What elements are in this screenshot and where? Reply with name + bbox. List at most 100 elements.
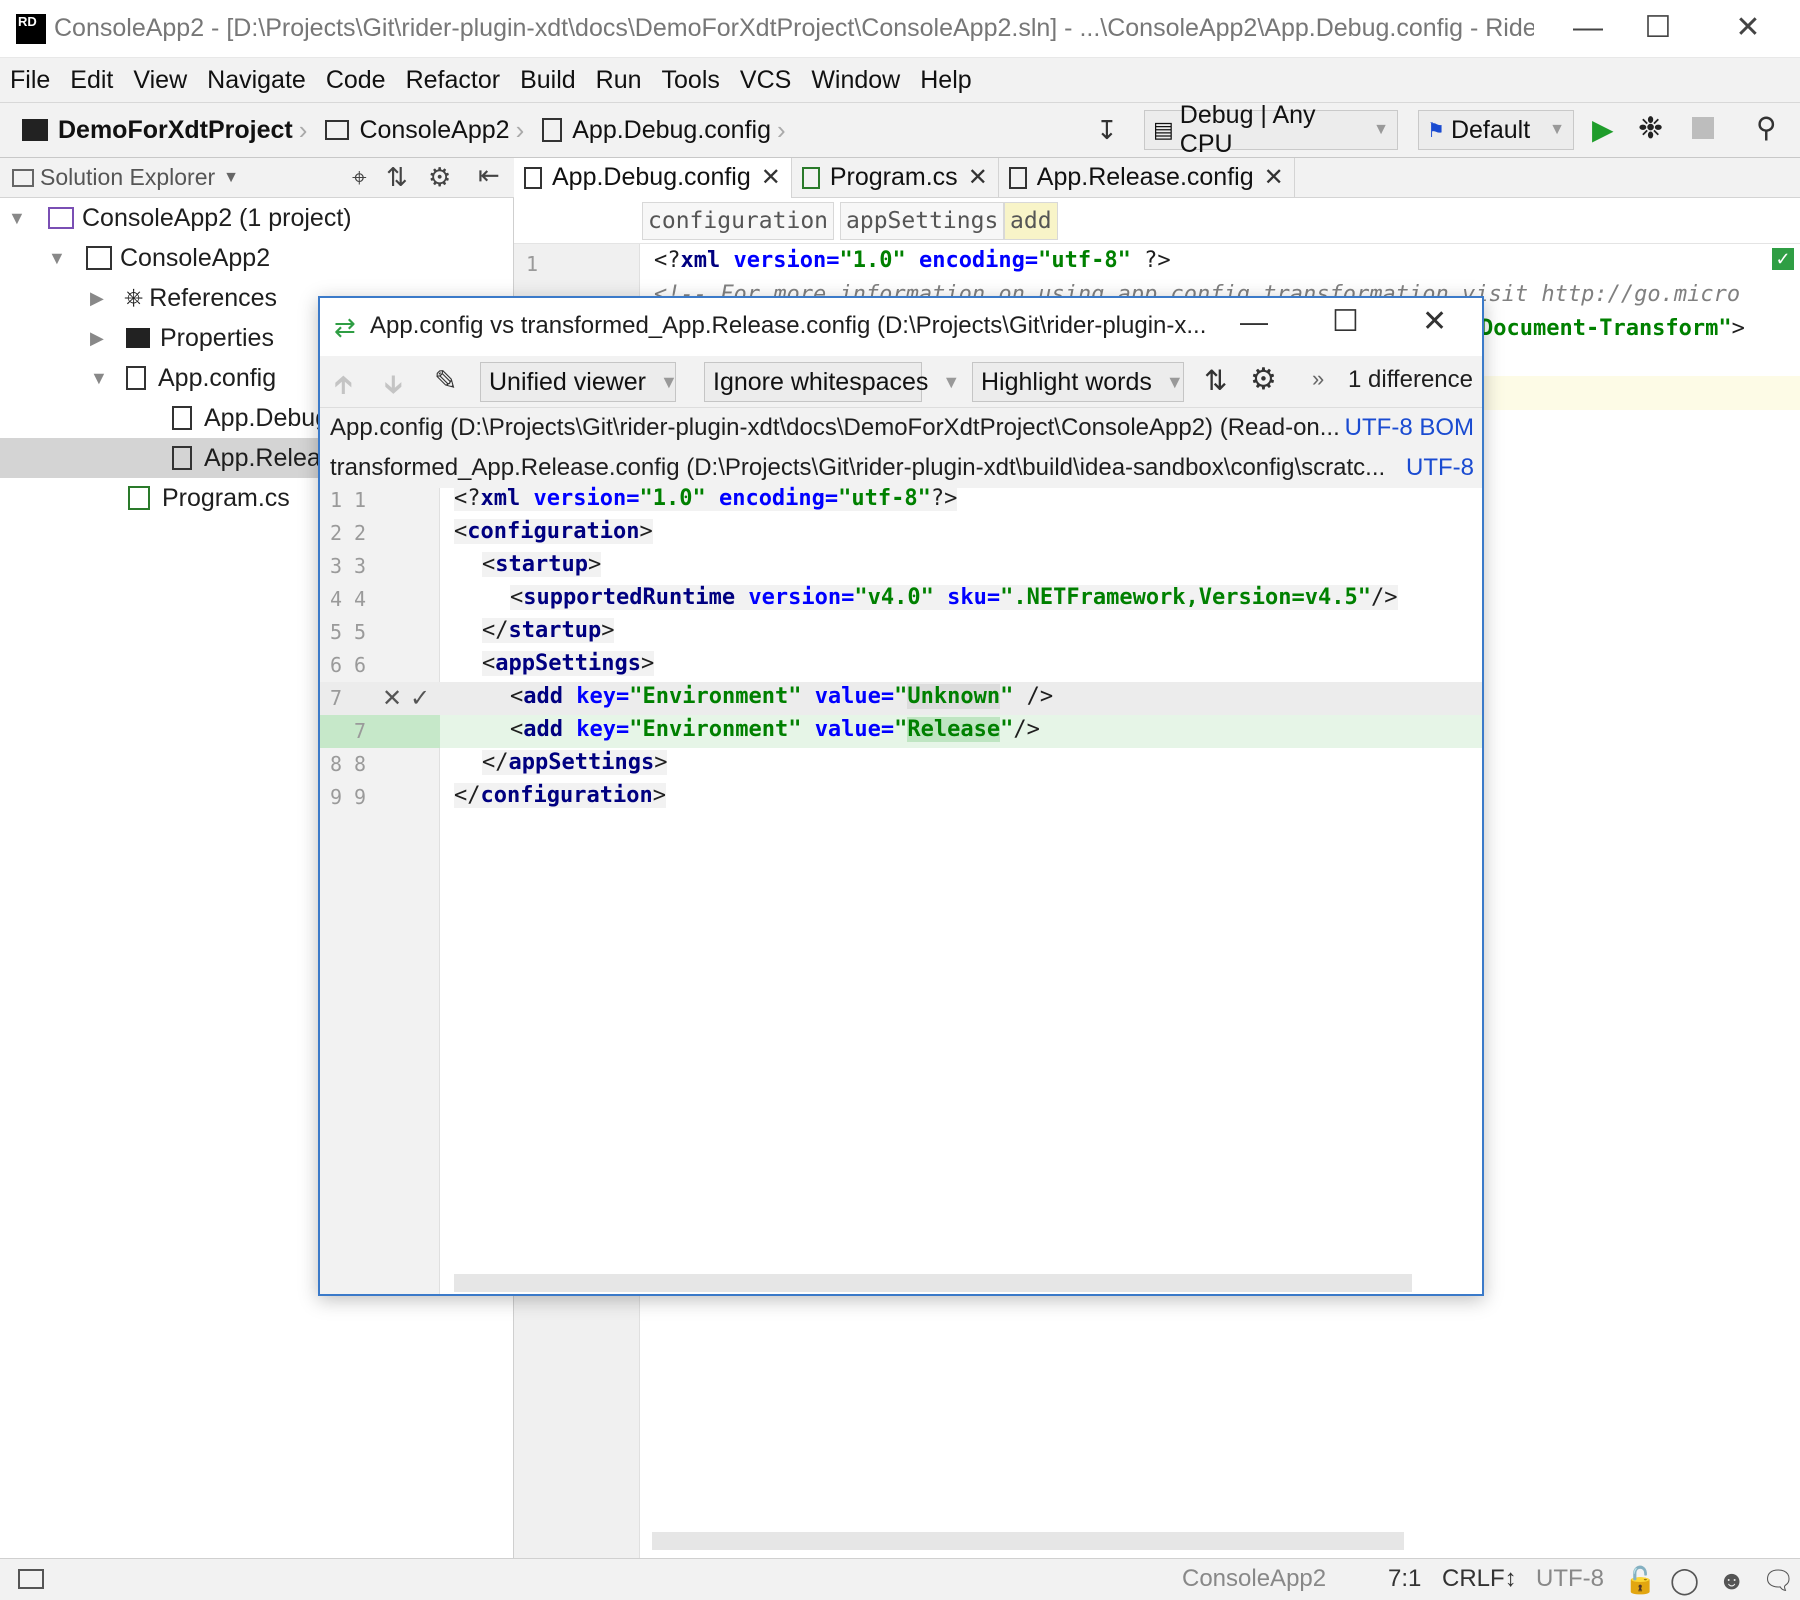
status-project[interactable]: ConsoleApp2: [1182, 1565, 1326, 1593]
revert-change-icon[interactable]: ✕: [382, 684, 402, 713]
breadcrumb-separator: ›: [777, 114, 786, 145]
menu-vcs[interactable]: VCS: [740, 66, 791, 95]
inspection-ok-icon[interactable]: ✓: [1772, 248, 1794, 270]
whitespace-dropdown[interactable]: Ignore whitespaces ▼: [704, 362, 960, 402]
rider-logo-icon: RD: [16, 14, 46, 44]
folder-icon: [126, 328, 150, 348]
stop-icon[interactable]: [1692, 117, 1714, 139]
xml-punct: >: [1731, 316, 1745, 341]
collapse-all-icon[interactable]: ⇅: [386, 162, 408, 193]
right-line-number: 2: [354, 521, 367, 545]
debug-icon[interactable]: ❉: [1638, 111, 1663, 146]
profile-dropdown[interactable]: ⚑ Default ▼: [1418, 110, 1574, 150]
menu-run[interactable]: Run: [596, 66, 642, 95]
editor-horizontal-scrollbar[interactable]: [652, 1532, 1404, 1550]
toggle-tool-windows-icon[interactable]: [18, 1569, 44, 1589]
locate-icon[interactable]: ⌖: [352, 162, 367, 194]
status-line-separator[interactable]: CRLF↕: [1442, 1565, 1517, 1593]
menu-edit[interactable]: Edit: [70, 66, 113, 95]
diff-line: 8 8 </appSettings>: [320, 748, 1482, 781]
accept-change-icon[interactable]: ✓: [410, 684, 430, 713]
xml-crumb-add[interactable]: add: [1004, 202, 1058, 240]
menu-navigate[interactable]: Navigate: [207, 66, 306, 95]
diff-line: 5 5 </startup>: [320, 616, 1482, 649]
maximize-button[interactable]: ☐: [1630, 8, 1686, 50]
diff-horizontal-scrollbar[interactable]: [454, 1274, 1412, 1292]
chevron-down-icon: ▼: [1373, 121, 1389, 138]
dialog-close-button[interactable]: ✕: [1422, 304, 1447, 339]
circle-icon[interactable]: ◯: [1670, 1565, 1699, 1596]
expand-arrow-icon[interactable]: ▼: [90, 368, 114, 389]
next-difference-icon[interactable]: 🡳: [384, 366, 403, 410]
menu-window[interactable]: Window: [811, 66, 900, 95]
diff-line-removed: 7 ✕ ✓ <add key="Environment" value="Unkn…: [320, 682, 1482, 715]
dialog-maximize-button[interactable]: ☐: [1332, 304, 1359, 339]
tab-label: App.Release.config: [1036, 163, 1254, 191]
tree-item-project[interactable]: ▼ ConsoleApp2: [0, 238, 514, 278]
run-configuration-dropdown[interactable]: ▤ Debug | Any CPU ▼: [1144, 101, 1398, 158]
minimize-button[interactable]: —: [1560, 8, 1616, 50]
tab-program-cs[interactable]: Program.cs ✕: [792, 157, 999, 198]
tab-app-debug-config[interactable]: App.Debug.config ✕: [514, 157, 792, 198]
right-file-encoding[interactable]: UTF-8: [1406, 454, 1474, 482]
diff-code: <startup>: [482, 552, 602, 577]
xml-crumb-appsettings[interactable]: appSettings: [840, 202, 1005, 240]
xml-tag: xml: [680, 248, 721, 273]
left-file-encoding[interactable]: UTF-8 BOM: [1345, 414, 1474, 442]
collapsed-arrow-icon[interactable]: ▶: [90, 328, 114, 349]
menu-code[interactable]: Code: [326, 66, 386, 95]
menu-refactor[interactable]: Refactor: [406, 66, 500, 95]
menu-help[interactable]: Help: [920, 66, 971, 95]
solution-explorer-title[interactable]: Solution Explorer: [40, 164, 215, 191]
menu-view[interactable]: View: [133, 66, 187, 95]
collapsed-arrow-icon[interactable]: ▶: [90, 288, 114, 309]
search-icon[interactable]: ⚲: [1756, 111, 1777, 144]
xml-attr: version: [733, 248, 827, 273]
chevron-down-icon: ▼: [1165, 371, 1184, 392]
gear-icon[interactable]: ⚙: [1250, 362, 1277, 397]
expand-arrow-icon[interactable]: ▼: [8, 208, 32, 229]
xml-value: "utf-8": [1038, 248, 1131, 273]
close-window-button[interactable]: ✕: [1720, 8, 1776, 50]
previous-difference-icon[interactable]: 🡱: [334, 366, 353, 410]
tree-item-label: ConsoleApp2 (1 project): [82, 203, 352, 232]
close-tab-icon[interactable]: ✕: [1264, 163, 1284, 192]
left-line-number: 7: [330, 686, 343, 710]
close-tab-icon[interactable]: ✕: [968, 163, 988, 192]
inspector-icon[interactable]: ☻: [1718, 1565, 1745, 1596]
diff-code: <add key="Environment" value="Unknown" /…: [510, 684, 1054, 709]
more-actions-icon[interactable]: »: [1312, 366, 1324, 392]
expand-arrow-icon[interactable]: ▼: [48, 248, 72, 269]
menu-tools[interactable]: Tools: [662, 66, 720, 95]
menu-build[interactable]: Build: [520, 66, 576, 95]
breadcrumb-separator: ›: [298, 114, 308, 145]
viewer-dropdown[interactable]: Unified viewer ▼: [480, 362, 678, 402]
close-tab-icon[interactable]: ✕: [761, 163, 781, 192]
xml-crumb-configuration[interactable]: configuration: [642, 202, 835, 240]
tree-item-label: Properties: [160, 323, 274, 352]
breadcrumb-solution[interactable]: DemoForXdtProject: [58, 116, 293, 145]
run-icon[interactable]: ▶: [1592, 113, 1614, 146]
collapse-unchanged-icon[interactable]: ⇅: [1204, 364, 1227, 397]
hide-panel-icon[interactable]: ⇤: [478, 160, 500, 191]
menu-file[interactable]: File: [10, 66, 50, 95]
highlight-dropdown[interactable]: Highlight words ▼: [972, 362, 1184, 402]
status-encoding[interactable]: UTF-8: [1536, 1565, 1604, 1593]
diff-dialog-titlebar: ⇄ App.config vs transformed_App.Release.…: [320, 298, 1482, 356]
diff-line: 6 6 <appSettings>: [320, 649, 1482, 682]
left-line-number: 3: [330, 554, 343, 578]
whitespace-dropdown-label: Ignore whitespaces: [713, 367, 929, 396]
lock-icon[interactable]: 🔓: [1624, 1565, 1656, 1596]
chevron-down-icon[interactable]: ▼: [223, 169, 239, 187]
event-log-icon[interactable]: 🗨: [1762, 1565, 1795, 1596]
edit-pencil-icon[interactable]: ✎: [434, 364, 457, 397]
dialog-minimize-button[interactable]: —: [1240, 306, 1268, 338]
tab-app-release-config[interactable]: App.Release.config ✕: [999, 157, 1295, 198]
gear-icon[interactable]: ⚙: [428, 162, 451, 193]
breadcrumb-project[interactable]: ConsoleApp2: [359, 116, 509, 145]
status-caret-position[interactable]: 7:1: [1388, 1565, 1421, 1593]
breadcrumb-file[interactable]: App.Debug.config: [572, 116, 771, 145]
xml-punct: <?: [654, 248, 681, 273]
tree-item-solution[interactable]: ▼ ConsoleApp2 (1 project): [0, 198, 514, 238]
build-icon[interactable]: ↧: [1096, 115, 1118, 146]
